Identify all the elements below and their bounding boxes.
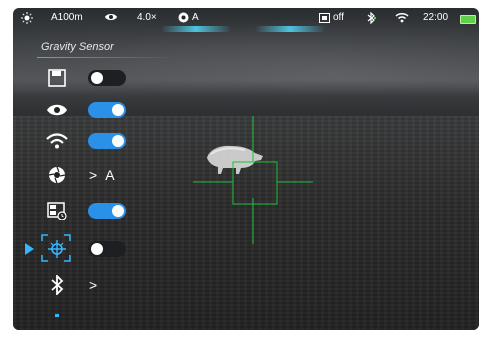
pip-toggle[interactable] xyxy=(88,203,126,219)
gravity-sensor-toggle[interactable] xyxy=(88,241,126,257)
chevron-right-icon: > xyxy=(89,167,98,183)
status-glow-right xyxy=(255,26,325,32)
gravity-sensor-icon xyxy=(45,238,69,260)
calibration-value: > A xyxy=(89,167,115,183)
eye-mode-icon xyxy=(104,12,118,22)
battery-icon xyxy=(460,15,476,24)
menu-item-bluetooth[interactable]: > xyxy=(13,273,143,297)
calibration-indicator: A xyxy=(178,12,199,23)
scroll-indicator xyxy=(55,314,59,317)
save-icon xyxy=(45,67,69,89)
menu-item-save[interactable] xyxy=(13,66,143,90)
bluetooth-icon xyxy=(45,274,69,296)
aperture-icon xyxy=(45,164,69,186)
eye-icon xyxy=(45,99,69,121)
selection-arrow-icon xyxy=(25,243,34,255)
calibration-mode-label: A xyxy=(192,12,199,23)
wifi-toggle[interactable] xyxy=(88,133,126,149)
menu-title: Gravity Sensor xyxy=(41,41,114,53)
calibration-value-label: A xyxy=(105,167,115,183)
recording-status: off xyxy=(333,12,344,23)
status-glow-left xyxy=(161,26,231,32)
recording-indicator: off xyxy=(319,12,344,23)
pip-icon xyxy=(45,200,69,222)
status-bar: A100m 4.0× A off 22:00 xyxy=(13,8,479,30)
chevron-right-icon: > xyxy=(89,277,98,293)
menu-item-wifi[interactable] xyxy=(13,129,143,153)
clock: 22:00 xyxy=(423,12,449,23)
range-readout: A100m xyxy=(51,12,83,23)
wifi-icon xyxy=(45,130,69,152)
menu-item-gravity-sensor[interactable] xyxy=(13,234,143,262)
menu-item-calibration[interactable]: > A xyxy=(13,163,143,187)
menu-item-pip[interactable] xyxy=(13,199,143,223)
eye-toggle[interactable] xyxy=(88,102,126,118)
menu-title-divider xyxy=(37,57,177,58)
thermal-viewfinder: A100m 4.0× A off 22:00 Gravity Sensor > … xyxy=(13,8,479,330)
menu-item-eye[interactable] xyxy=(13,98,143,122)
save-toggle[interactable] xyxy=(88,70,126,86)
bluetooth-status-icon xyxy=(366,12,376,24)
aperture-icon xyxy=(178,12,189,23)
zoom-readout: 4.0× xyxy=(137,12,157,23)
crosshair-reticle xyxy=(193,116,313,244)
brightness-icon xyxy=(21,12,33,24)
wifi-status-icon xyxy=(395,12,409,23)
record-icon xyxy=(319,12,330,23)
bluetooth-chevron: > xyxy=(89,277,97,293)
